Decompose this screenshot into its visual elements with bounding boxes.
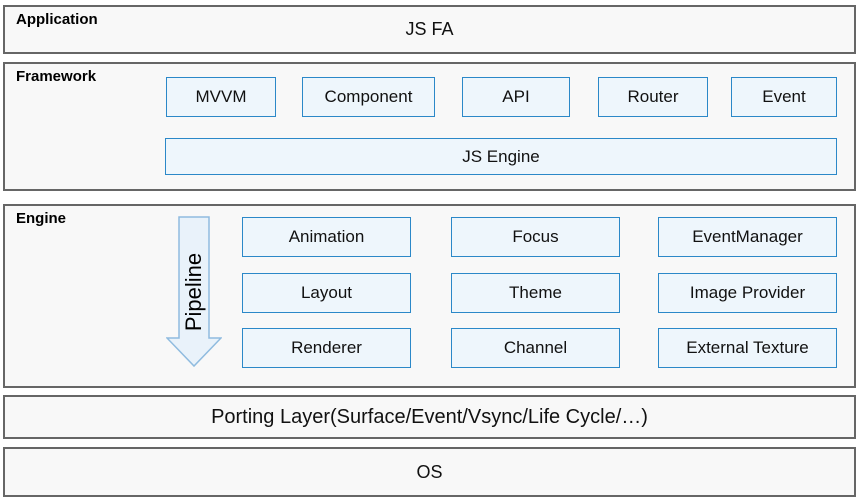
application-title: JS FA bbox=[5, 7, 854, 52]
box-renderer: Renderer bbox=[242, 328, 411, 368]
box-api: API bbox=[462, 77, 570, 117]
architecture-diagram: Application JS FA Framework MVVM Compone… bbox=[0, 0, 859, 502]
box-external-texture: External Texture bbox=[658, 328, 837, 368]
box-channel: Channel bbox=[451, 328, 620, 368]
os-layer-title: OS bbox=[5, 449, 854, 495]
box-event: Event bbox=[731, 77, 837, 117]
box-router: Router bbox=[598, 77, 708, 117]
engine-layer: Engine Pipeline Animation Layout Rendere… bbox=[3, 204, 856, 388]
application-layer: Application JS FA bbox=[3, 5, 856, 54]
framework-layer: Framework MVVM Component API Router Even… bbox=[3, 62, 856, 191]
os-layer: OS bbox=[3, 447, 856, 497]
box-focus: Focus bbox=[451, 217, 620, 257]
box-component: Component bbox=[302, 77, 435, 117]
porting-layer: Porting Layer(Surface/Event/Vsync/Life C… bbox=[3, 395, 856, 439]
pipeline-arrow: Pipeline bbox=[166, 216, 222, 368]
box-mvvm: MVVM bbox=[166, 77, 276, 117]
box-image-provider: Image Provider bbox=[658, 273, 837, 313]
box-theme: Theme bbox=[451, 273, 620, 313]
box-animation: Animation bbox=[242, 217, 411, 257]
framework-layer-label: Framework bbox=[16, 68, 96, 85]
box-layout: Layout bbox=[242, 273, 411, 313]
box-eventmanager: EventManager bbox=[658, 217, 837, 257]
engine-layer-label: Engine bbox=[16, 210, 66, 227]
porting-layer-title: Porting Layer(Surface/Event/Vsync/Life C… bbox=[5, 397, 854, 437]
box-js-engine: JS Engine bbox=[165, 138, 837, 175]
